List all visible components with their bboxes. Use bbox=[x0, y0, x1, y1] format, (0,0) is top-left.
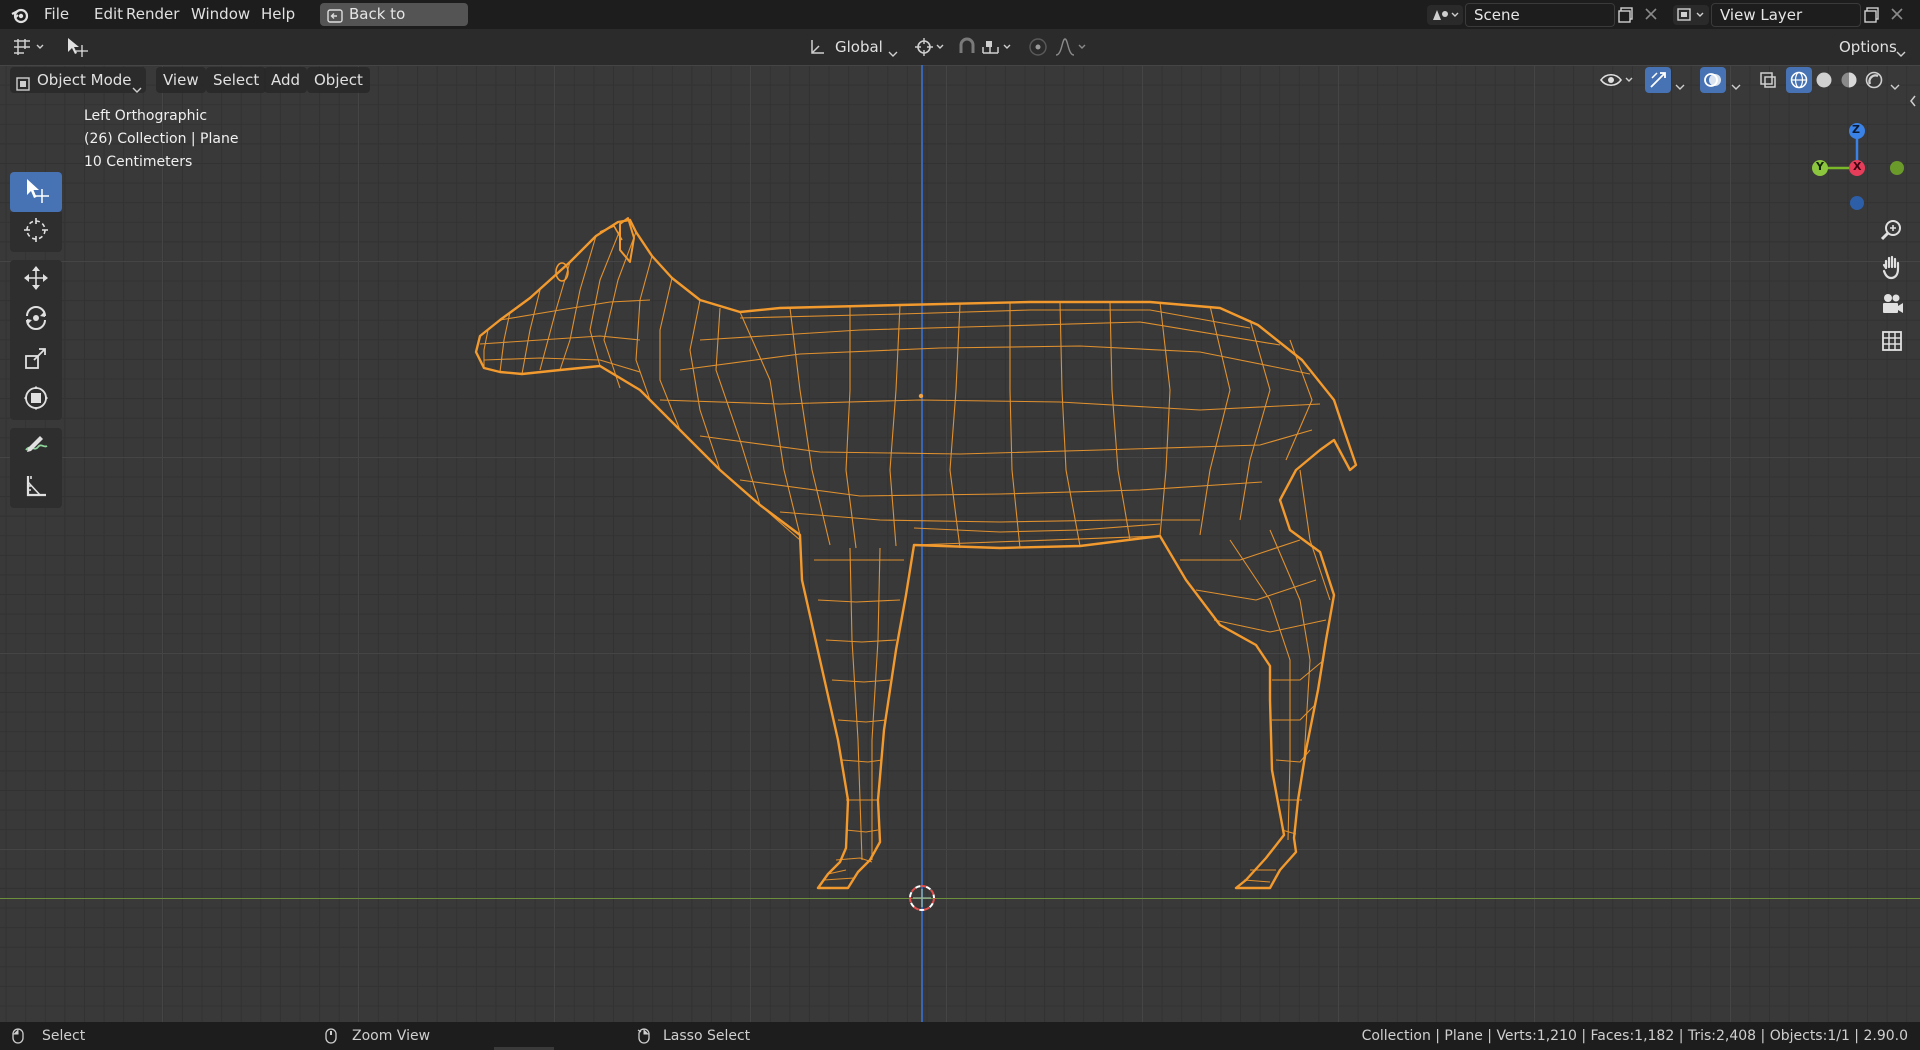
rendered-shading-icon[interactable] bbox=[1861, 67, 1887, 93]
ortho-grid-icon[interactable] bbox=[1877, 326, 1907, 356]
mode-label: Object Mode bbox=[37, 71, 132, 89]
overlays-toggle-icon[interactable] bbox=[1700, 67, 1726, 93]
top-menu-bar: File Edit Render Window Help Back to Pre… bbox=[0, 0, 1920, 46]
snap-target-icon[interactable] bbox=[980, 35, 1016, 59]
falloff-curve-icon[interactable] bbox=[1054, 35, 1090, 59]
transform-tool[interactable] bbox=[10, 380, 62, 420]
view-name-label: Left Orthographic bbox=[84, 108, 208, 124]
pan-hand-icon[interactable] bbox=[1877, 252, 1907, 282]
back-to-previous-button[interactable]: Back to Previous bbox=[320, 3, 468, 46]
chevron-down-icon bbox=[132, 76, 142, 93]
scene-name-field[interactable]: Scene bbox=[1465, 3, 1615, 27]
rotate-tool[interactable] bbox=[10, 300, 62, 340]
mode-dropdown[interactable]: Object Mode bbox=[10, 67, 146, 93]
3d-viewport[interactable]: Left Orthographic (26) Collection | Plan… bbox=[0, 65, 1920, 1022]
menu-add[interactable]: Add bbox=[264, 67, 308, 93]
proportional-editing-icon[interactable] bbox=[1026, 35, 1050, 59]
camera-view-icon[interactable] bbox=[1877, 289, 1907, 319]
status-left-action: Select bbox=[42, 1028, 86, 1044]
cursor-icon bbox=[22, 216, 50, 248]
chevron-down-icon[interactable] bbox=[1675, 76, 1685, 90]
new-scene-icon[interactable] bbox=[1617, 6, 1635, 24]
move-icon bbox=[22, 264, 50, 296]
chevron-down-icon[interactable] bbox=[1890, 76, 1900, 90]
menu-window[interactable]: Window bbox=[183, 0, 258, 29]
select-box-tool[interactable] bbox=[10, 172, 62, 212]
scale-icon bbox=[22, 344, 50, 376]
scene-selector-icon[interactable] bbox=[1427, 5, 1463, 25]
sidebar-toggle-icon[interactable] bbox=[1908, 93, 1918, 107]
3d-cursor-icon[interactable] bbox=[909, 885, 935, 911]
scene-statistics: Collection | Plane | Verts:1,210 | Faces… bbox=[1361, 1028, 1908, 1044]
delete-scene-icon[interactable] bbox=[1643, 6, 1659, 22]
rotate-icon bbox=[22, 304, 50, 336]
orientation-label: Global bbox=[835, 38, 883, 56]
menu-file[interactable]: File bbox=[36, 0, 77, 29]
menu-select[interactable]: Select bbox=[206, 67, 267, 93]
left-mouse-icon bbox=[12, 1028, 24, 1044]
right-mouse-icon bbox=[636, 1028, 650, 1044]
editor-type-icon[interactable] bbox=[10, 35, 50, 59]
menu-object[interactable]: Object bbox=[307, 67, 370, 93]
viewport-header: Object Mode View Select Add Object bbox=[0, 65, 1920, 95]
annotate-tool[interactable] bbox=[10, 428, 62, 468]
chevron-down-icon[interactable] bbox=[1731, 76, 1741, 90]
status-middle-action: Zoom View bbox=[352, 1028, 431, 1044]
view-layer-name-field[interactable]: View Layer bbox=[1711, 3, 1861, 27]
zoom-icon[interactable] bbox=[1877, 215, 1907, 245]
scene-name-value: Scene bbox=[1474, 6, 1520, 24]
snap-toggle-icon[interactable] bbox=[955, 35, 979, 59]
wireframe-shading-icon[interactable] bbox=[1786, 67, 1812, 93]
deer-mesh-wireframe[interactable] bbox=[0, 65, 1920, 1022]
options-dropdown[interactable]: Options bbox=[1832, 34, 1912, 60]
status-right-action: Lasso Select bbox=[663, 1028, 751, 1044]
pivot-point-icon[interactable] bbox=[913, 35, 947, 59]
scale-tool[interactable] bbox=[10, 340, 62, 380]
measure-icon bbox=[22, 472, 50, 504]
object-mode-icon bbox=[16, 73, 30, 91]
material-shading-icon[interactable] bbox=[1836, 67, 1862, 93]
annotate-icon bbox=[22, 432, 50, 464]
gizmo-toggle-icon[interactable] bbox=[1645, 67, 1671, 93]
gizmo-z-label: Z bbox=[1852, 123, 1860, 136]
middle-mouse-icon bbox=[325, 1028, 337, 1044]
back-icon bbox=[327, 7, 343, 23]
new-view-layer-icon[interactable] bbox=[1863, 6, 1881, 24]
cursor-tool[interactable] bbox=[10, 212, 62, 252]
menu-view[interactable]: View bbox=[156, 67, 206, 93]
navigation-gizmo[interactable]: Z Y X bbox=[1800, 105, 1910, 215]
view-layer-name-value: View Layer bbox=[1720, 6, 1803, 24]
move-tool[interactable] bbox=[10, 260, 62, 300]
solid-shading-icon[interactable] bbox=[1811, 67, 1837, 93]
orientation-axes-icon bbox=[808, 38, 826, 56]
view-layer-selector-icon[interactable] bbox=[1673, 5, 1709, 25]
select-box-icon bbox=[22, 176, 50, 208]
xray-toggle-icon[interactable] bbox=[1755, 67, 1781, 93]
delete-view-layer-icon[interactable] bbox=[1889, 6, 1905, 22]
status-bar: Select Zoom View Lasso Select Collection… bbox=[0, 1022, 1920, 1050]
options-label: Options bbox=[1839, 38, 1897, 56]
tool-settings-header: Global Options bbox=[0, 29, 1920, 65]
measure-tool[interactable] bbox=[10, 468, 62, 508]
transform-icon bbox=[22, 384, 50, 416]
visibility-selectability-icon[interactable] bbox=[1598, 67, 1638, 93]
transform-orientation-dropdown[interactable]: Global bbox=[804, 34, 902, 60]
blender-logo-icon[interactable] bbox=[10, 5, 30, 25]
menu-render[interactable]: Render bbox=[118, 0, 187, 29]
gizmo-y-label: Y bbox=[1816, 160, 1824, 173]
chevron-down-icon bbox=[888, 43, 898, 57]
chevron-down-icon bbox=[1896, 43, 1906, 57]
grid-scale-label: 10 Centimeters bbox=[84, 154, 193, 170]
active-tool-icon[interactable] bbox=[64, 35, 92, 59]
gizmo-x-label: X bbox=[1853, 160, 1862, 173]
menu-help[interactable]: Help bbox=[253, 0, 303, 29]
collection-info-label: (26) Collection | Plane bbox=[84, 131, 239, 147]
